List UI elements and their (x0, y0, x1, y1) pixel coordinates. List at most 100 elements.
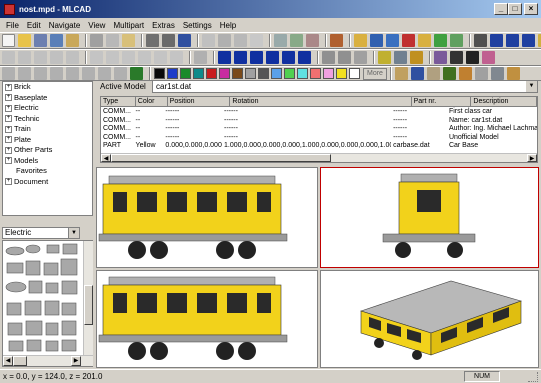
table-row[interactable]: COMM... -- ------ ------ ------ Author: Ing. … (101, 124, 537, 133)
parts-palette[interactable]: ◀ ▶ (2, 240, 93, 367)
table-row[interactable]: PART Yellow 0.000,0.000,0.000 1.000,0.000,0… (101, 141, 537, 150)
rotate-x-icon[interactable] (90, 51, 103, 64)
layout-icon[interactable] (434, 51, 447, 64)
tree-item-electric[interactable]: + Electric (3, 103, 92, 114)
preview-icon[interactable] (162, 34, 175, 47)
edit-icon[interactable] (394, 51, 407, 64)
print-setup-icon[interactable] (66, 34, 79, 47)
rotation-point-icon[interactable] (450, 34, 463, 47)
gear-icon[interactable] (426, 67, 440, 80)
expand-icon[interactable]: + (5, 146, 12, 154)
scroll-right-icon[interactable]: ▶ (71, 356, 81, 366)
minimize-button[interactable]: _ (494, 3, 508, 15)
zoom-window-icon[interactable] (202, 34, 215, 47)
move-neg-icon[interactable] (50, 51, 63, 64)
light-icon[interactable] (290, 34, 303, 47)
rotate-neg-x-icon[interactable] (138, 51, 151, 64)
cut-icon[interactable] (90, 34, 103, 47)
move-up-icon[interactable] (506, 34, 519, 47)
pen-icon[interactable] (474, 34, 487, 47)
view-bottom-icon[interactable] (82, 67, 95, 80)
color-black-swatch[interactable] (154, 68, 165, 79)
expand-icon[interactable]: + (5, 94, 12, 102)
close-button[interactable]: × (524, 3, 538, 15)
color-red-swatch[interactable] (206, 68, 217, 79)
tree-item-technic[interactable]: + Technic (3, 114, 92, 125)
view-top-icon[interactable] (66, 67, 79, 80)
first-step-icon[interactable] (218, 51, 231, 64)
active-model-select[interactable]: car1st.dat ▼ (152, 80, 538, 93)
menu-edit[interactable]: Edit (23, 21, 45, 30)
chevron-down-icon[interactable]: ▼ (68, 228, 79, 238)
col-part-nr[interactable]: Part nr. (412, 97, 472, 106)
color-white-swatch[interactable] (349, 68, 360, 79)
menu-file[interactable]: File (2, 21, 23, 30)
save-all-icon[interactable] (50, 34, 63, 47)
new-file-icon[interactable] (2, 34, 15, 47)
color-lightgreen-swatch[interactable] (284, 68, 295, 79)
more-colors-button[interactable]: More (363, 67, 387, 80)
color-yellow-swatch[interactable] (336, 68, 347, 79)
color-magenta-swatch[interactable] (219, 68, 230, 79)
menu-help[interactable]: Help (216, 21, 240, 30)
scroll-left-icon[interactable]: ◀ (3, 356, 13, 366)
col-rotation[interactable]: Rotation (230, 97, 412, 106)
viewport-back[interactable] (96, 270, 318, 368)
tree-item-models[interactable]: + Models (3, 156, 92, 167)
menu-settings[interactable]: Settings (179, 21, 216, 30)
color-lightblue-swatch[interactable] (271, 68, 282, 79)
rotate-neg-z-icon[interactable] (170, 51, 183, 64)
next-step-icon[interactable] (282, 51, 295, 64)
scroll-thumb[interactable] (13, 356, 27, 366)
viewport-front[interactable] (96, 167, 318, 268)
text-icon[interactable] (370, 34, 383, 47)
horizontal-scrollbar[interactable]: ◀ ▶ (101, 153, 537, 162)
view-left-icon[interactable] (34, 67, 47, 80)
move-x-icon[interactable] (2, 51, 15, 64)
delete-icon[interactable] (218, 34, 231, 47)
open-folder-icon[interactable] (18, 34, 31, 47)
menu-extras[interactable]: Extras (148, 21, 179, 30)
scroll-right-icon[interactable]: ▶ (527, 154, 537, 162)
move-left-icon[interactable] (490, 34, 503, 47)
step-icon[interactable] (386, 34, 399, 47)
bug-icon[interactable] (442, 67, 456, 80)
col-position[interactable]: Position (168, 97, 231, 106)
zoom-fit-icon[interactable] (354, 51, 367, 64)
color-gray-swatch[interactable] (245, 68, 256, 79)
chevron-down-icon[interactable]: ▼ (526, 81, 537, 92)
expand-icon[interactable]: + (5, 136, 12, 144)
expand-icon[interactable]: + (5, 178, 12, 186)
expand-icon[interactable]: + (5, 104, 12, 112)
print-icon[interactable] (146, 34, 159, 47)
expand-icon[interactable]: + (5, 125, 12, 133)
table-row[interactable]: COMM... -- ------ ------ ------ Name: car1st.… (101, 116, 537, 125)
vertical-scrollbar[interactable] (83, 241, 93, 355)
viewport-end[interactable] (320, 167, 539, 268)
expand-icon[interactable]: + (5, 83, 12, 91)
resize-grip-icon[interactable] (528, 372, 538, 382)
view-back-icon[interactable] (18, 67, 31, 80)
paste-icon[interactable] (122, 34, 135, 47)
tree-item-brick[interactable]: + Brick (3, 82, 92, 93)
color-darkgray-swatch[interactable] (258, 68, 269, 79)
category-select[interactable]: Electric ▼ (2, 227, 80, 239)
buffer-icon[interactable] (418, 34, 431, 47)
move-z-icon[interactable] (34, 51, 47, 64)
tree-item-plate[interactable]: + Plate (3, 135, 92, 146)
group-icon[interactable] (354, 34, 367, 47)
zoom-in-icon[interactable] (322, 51, 335, 64)
marker-icon[interactable] (274, 34, 287, 47)
tree-item-other-parts[interactable]: + Other Parts (3, 145, 92, 156)
view-mode-icon[interactable] (378, 51, 391, 64)
rotate-z-icon[interactable] (122, 51, 135, 64)
zoom-out-icon[interactable] (338, 51, 351, 64)
triangle-icon[interactable] (410, 67, 424, 80)
menu-view[interactable]: View (84, 21, 109, 30)
palette-icon[interactable] (130, 67, 143, 80)
move-right-icon[interactable] (522, 34, 535, 47)
pencil-icon[interactable] (482, 51, 495, 64)
parts-table[interactable]: Type Color Position Rotation Part nr. De… (100, 96, 538, 163)
rotate-neg-y-icon[interactable] (154, 51, 167, 64)
rewind-icon[interactable] (250, 51, 263, 64)
